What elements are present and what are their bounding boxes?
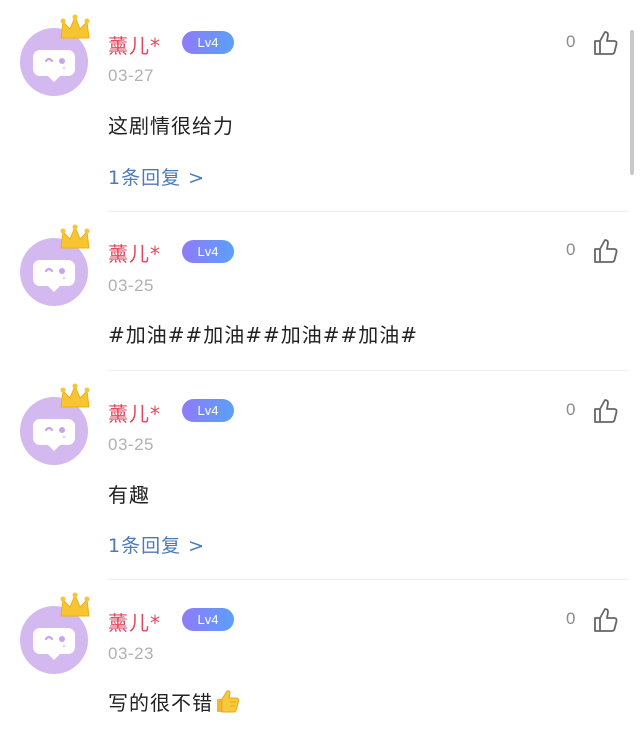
like-count: 0 [566,32,576,51]
scrollbar[interactable] [630,30,634,175]
avatar[interactable] [18,14,92,96]
crown-icon [60,224,90,249]
crown-icon [60,383,90,408]
comment-text-row: 写的很不错 [108,687,241,716]
divider [108,211,628,212]
level-badge: Lv4 [182,31,234,54]
comment-date: 03-27 [108,66,154,85]
username[interactable]: 薰儿* [108,238,161,267]
thumbs-up-outline-icon[interactable] [592,606,620,634]
crown-icon [60,14,90,39]
avatar[interactable] [18,383,92,465]
thumbs-up-outline-icon[interactable] [592,397,620,425]
thumbs-up-outline-icon[interactable] [592,29,620,57]
like-count: 0 [566,609,576,628]
thumbs-up-emoji [217,690,240,713]
comment-text: 这剧情很给力 [108,114,234,138]
comment-text: 写的很不错 [108,691,213,715]
username[interactable]: 薰儿* [108,398,161,427]
avatar[interactable] [18,592,92,674]
divider [108,579,628,580]
comment-date: 03-25 [108,276,154,295]
comment-text: #加油##加油##加油##加油# [108,323,419,347]
comment-text: 有趣 [108,483,150,507]
like-count: 0 [566,240,576,259]
crown-icon [60,592,90,617]
like-count: 0 [566,400,576,419]
divider [108,370,628,371]
level-badge: Lv4 [182,399,234,422]
replies-link[interactable]: 1条回复 > [108,163,205,190]
comment-date: 03-25 [108,435,154,454]
avatar[interactable] [18,224,92,306]
level-badge: Lv4 [182,240,234,263]
level-badge: Lv4 [182,608,234,631]
replies-link[interactable]: 1条回复 > [108,531,205,558]
thumbs-up-outline-icon[interactable] [592,237,620,265]
comment-date: 03-23 [108,644,154,663]
username[interactable]: 薰儿* [108,607,161,636]
username[interactable]: 薰儿* [108,30,161,59]
